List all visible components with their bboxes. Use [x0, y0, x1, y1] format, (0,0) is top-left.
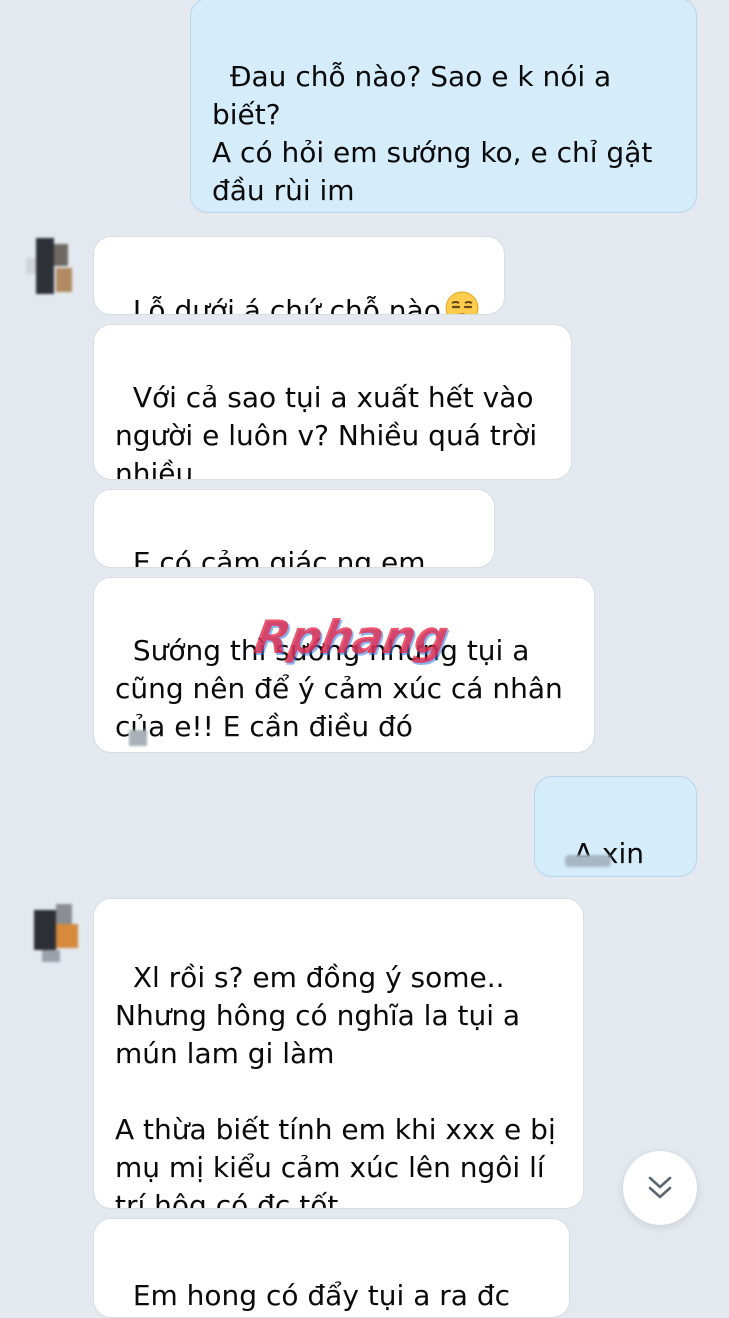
message-bubble-outgoing[interactable]: A xin lỗi [534, 776, 697, 877]
message-bubble-incoming[interactable]: Lỗ dưới á chứ chỗ nào [93, 236, 505, 315]
message-text: Đau chỗ nào? Sao e k nói a biết? A có hỏ… [212, 60, 653, 207]
message-text: Sướng thì sướng nhưng tụi a cũng nên để … [115, 634, 572, 743]
message-bubble-incoming[interactable]: Với cả sao tụi a xuất hết vào người e lu… [93, 324, 572, 480]
message-bubble-incoming[interactable]: Em hong có đẩy tụi a ra đc thì [93, 1218, 570, 1318]
unamused-face-emoji [445, 291, 479, 314]
message-status-icon [565, 855, 611, 867]
message-text: Em hong có đẩy tụi a ra đc thì [132, 1279, 511, 1312]
message-bubble-incoming[interactable]: E có cảm giác ng em bẩn [93, 489, 495, 568]
double-chevron-down-icon [648, 1176, 672, 1199]
avatar[interactable] [26, 236, 78, 298]
message-bubble-outgoing[interactable]: Đau chỗ nào? Sao e k nói a biết? A có hỏ… [190, 0, 697, 213]
message-bubble-incoming[interactable]: Sướng thì sướng nhưng tụi a cũng nên để … [93, 577, 595, 753]
scroll-to-bottom-button[interactable] [623, 1151, 697, 1225]
message-text: E có cảm giác ng em bẩn [132, 546, 426, 568]
message-text: Xl rồi s? em đồng ý some.. Nhưng hông có… [115, 961, 556, 1209]
message-text: Với cả sao tụi a xuất hết vào người e lu… [115, 381, 547, 480]
message-bubble-incoming[interactable]: Xl rồi s? em đồng ý some.. Nhưng hông có… [93, 898, 584, 1209]
avatar[interactable] [26, 898, 78, 962]
message-status-icon [129, 730, 147, 746]
message-text: Lỗ dưới á chứ chỗ nào [132, 294, 441, 315]
